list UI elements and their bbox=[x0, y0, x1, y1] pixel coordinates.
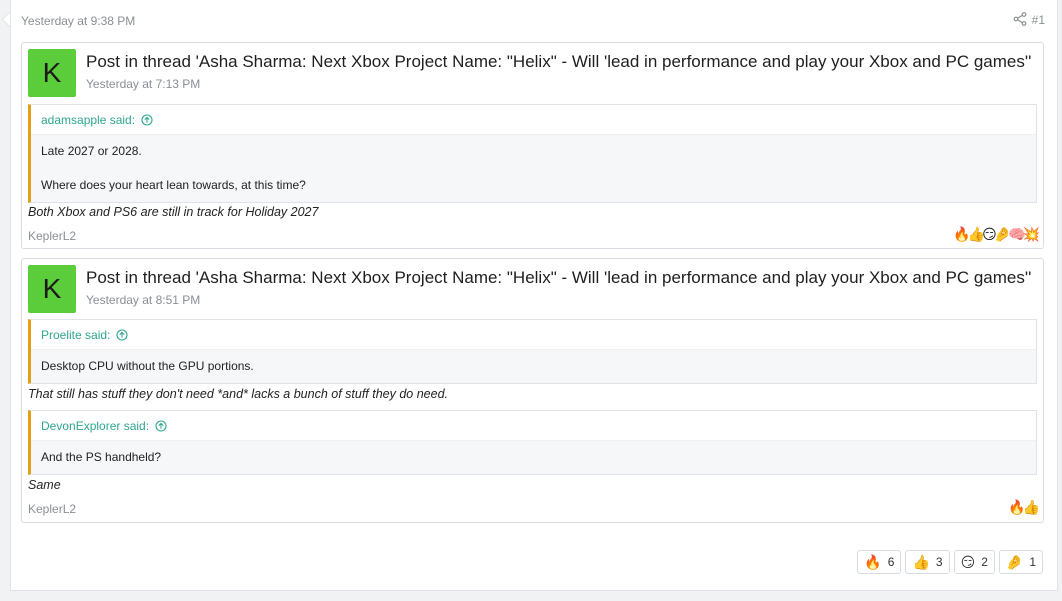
card-timestamp: Yesterday at 8:51 PM bbox=[86, 293, 201, 307]
fire-icon: 🔥 bbox=[864, 553, 882, 570]
quote-block: Proelite said: Desktop CPU without the G… bbox=[28, 319, 1037, 384]
reply-text: Same bbox=[28, 478, 61, 492]
quote-block: adamsapple said: Late 2027 or 2028. Wher… bbox=[28, 104, 1037, 203]
reaction-summary[interactable]: 🔥👍 bbox=[1008, 499, 1040, 516]
post-container: Yesterday at 9:38 PM #1 K Post in thread… bbox=[10, 0, 1058, 591]
arrow-up-circle-icon[interactable] bbox=[116, 328, 128, 341]
thread-title[interactable]: Post in thread 'Asha Sharma: Next Xbox P… bbox=[86, 52, 1031, 72]
post-number[interactable]: #1 bbox=[1032, 13, 1045, 27]
reaction-thumbs-up[interactable]: 👍 3 bbox=[905, 550, 950, 574]
share-icon[interactable] bbox=[1013, 12, 1027, 26]
post-timestamp[interactable]: Yesterday at 9:38 PM bbox=[21, 14, 135, 28]
reply-text: That still has stuff they don't need *an… bbox=[28, 387, 449, 401]
quote-body: Desktop CPU without the GPU portions. bbox=[31, 350, 1036, 383]
card-timestamp: Yesterday at 7:13 PM bbox=[86, 77, 201, 91]
reaction-count: 2 bbox=[981, 555, 988, 569]
quote-line: Where does your heart lean towards, at t… bbox=[41, 178, 306, 192]
reaction-count: 1 bbox=[1029, 555, 1036, 569]
quote-author[interactable]: Proelite said: bbox=[41, 328, 110, 342]
quote-block: DevonExplorer said: And the PS handheld? bbox=[28, 410, 1037, 475]
reaction-bar: 🔥 6 👍 3 😏 2 🤌 1 bbox=[857, 550, 1043, 574]
reply-text: Both Xbox and PS6 are still in track for… bbox=[28, 205, 319, 219]
reaction-fire[interactable]: 🔥 6 bbox=[857, 550, 902, 574]
quote-line: And the PS handheld? bbox=[41, 450, 162, 464]
embedded-post-card[interactable]: K Post in thread 'Asha Sharma: Next Xbox… bbox=[21, 42, 1044, 249]
smirk-icon: 😏 bbox=[960, 553, 976, 570]
post-header: Yesterday at 9:38 PM #1 bbox=[11, 0, 1057, 40]
quote-author[interactable]: adamsapple said: bbox=[41, 113, 135, 127]
reaction-count: 3 bbox=[935, 555, 943, 569]
embedded-post-card[interactable]: K Post in thread 'Asha Sharma: Next Xbox… bbox=[21, 258, 1044, 523]
card-author[interactable]: KeplerL2 bbox=[28, 229, 76, 243]
avatar[interactable]: K bbox=[28, 49, 76, 97]
quote-line: Desktop CPU without the GPU portions. bbox=[41, 359, 254, 373]
quote-author[interactable]: DevonExplorer said: bbox=[41, 419, 149, 433]
arrow-up-circle-icon[interactable] bbox=[155, 419, 167, 432]
quote-body: Late 2027 or 2028. Where does your heart… bbox=[31, 135, 1036, 202]
arrow-up-circle-icon[interactable] bbox=[141, 113, 153, 126]
quote-header: Proelite said: bbox=[31, 320, 1036, 350]
reaction-smirk[interactable]: 😏 2 bbox=[953, 550, 995, 574]
quote-body: And the PS handheld? bbox=[31, 441, 1036, 474]
avatar[interactable]: K bbox=[28, 265, 76, 313]
quote-header: DevonExplorer said: bbox=[31, 411, 1036, 441]
reaction-count: 6 bbox=[887, 555, 895, 569]
thumbs-up-icon: 👍 bbox=[912, 553, 930, 570]
quote-header: adamsapple said: bbox=[31, 105, 1036, 135]
pinched-fingers-icon: 🤌 bbox=[1005, 553, 1024, 570]
reaction-pinched-fingers[interactable]: 🤌 1 bbox=[998, 550, 1043, 574]
reaction-summary[interactable]: 🔥👍😏🤌🧠💥 bbox=[953, 226, 1040, 243]
quote-line: Late 2027 or 2028. bbox=[41, 144, 142, 158]
thread-title[interactable]: Post in thread 'Asha Sharma: Next Xbox P… bbox=[86, 268, 1031, 288]
card-author[interactable]: KeplerL2 bbox=[28, 502, 76, 516]
